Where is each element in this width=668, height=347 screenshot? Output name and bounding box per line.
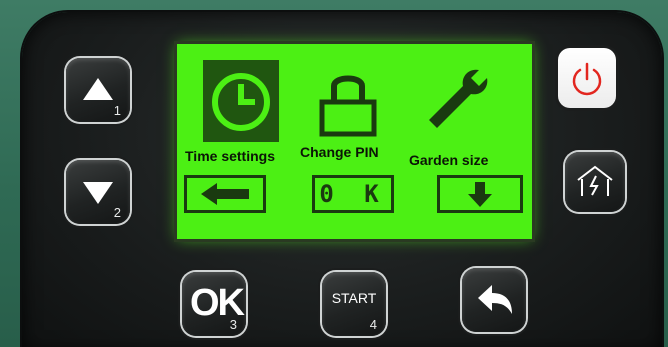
menu-label-change-pin: Change PIN <box>300 144 379 160</box>
softkey-right[interactable] <box>437 175 523 213</box>
padlock-icon[interactable] <box>312 62 384 140</box>
device-housing: 1 2 OK 3 START 4 Time settings Change PI… <box>0 0 668 347</box>
down-button[interactable]: 2 <box>66 160 130 224</box>
key-number: 4 <box>369 317 377 332</box>
key-number: 1 <box>113 103 121 118</box>
menu-label-time-settings: Time settings <box>185 148 275 164</box>
lcd-screen: Time settings Change PIN Garden size 0 K <box>177 44 532 239</box>
softkey-left[interactable] <box>184 175 266 213</box>
arrow-down-icon <box>468 182 492 207</box>
softkey-ok[interactable]: 0 K <box>312 175 394 213</box>
home-button[interactable] <box>565 152 625 212</box>
menu-label-garden-size: Garden size <box>409 152 489 168</box>
key-number: 3 <box>229 317 237 332</box>
wrench-icon[interactable] <box>417 58 497 140</box>
key-number: 2 <box>113 205 121 220</box>
power-icon <box>572 62 602 96</box>
ok-button[interactable]: OK 3 <box>182 272 246 336</box>
back-arrow-icon <box>478 285 512 314</box>
clock-icon[interactable] <box>205 62 277 140</box>
start-button[interactable]: START 4 <box>322 272 386 336</box>
up-button[interactable]: 1 <box>66 58 130 122</box>
back-button[interactable] <box>462 268 526 332</box>
power-button[interactable] <box>558 48 616 108</box>
arrow-left-icon <box>201 183 249 205</box>
home-station-icon <box>577 165 613 196</box>
start-label: START <box>331 290 377 306</box>
